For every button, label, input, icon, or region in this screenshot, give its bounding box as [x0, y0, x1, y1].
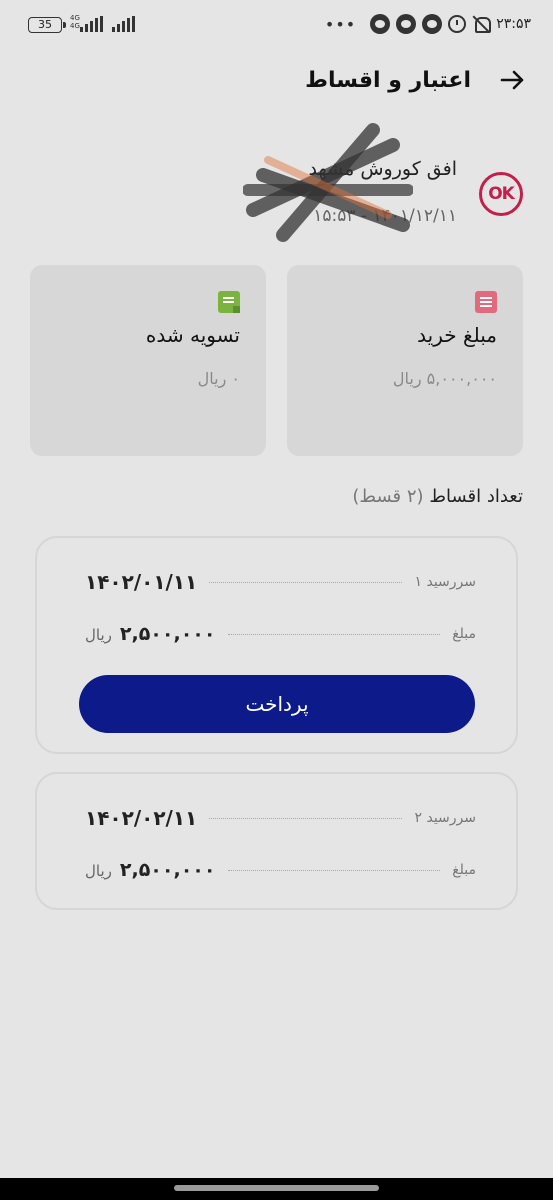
card-value: ۰ ریال [197, 369, 240, 388]
card-value: ۵,۰۰۰,۰۰۰ ریال [392, 369, 497, 388]
amount-value: ۲,۵۰۰,۰۰۰ [119, 859, 216, 881]
installment-card: سررسید ۱ ۱۴۰۲/۰۱/۱۱ مبلغ ۲,۵۰۰,۰۰۰ ریال … [35, 536, 518, 754]
dotted-leader [227, 869, 441, 871]
page-title: اعتبار و اقساط [305, 67, 471, 93]
dotted-leader [209, 817, 403, 819]
installments-count: (۲ قسط) [352, 486, 424, 507]
card-title: مبلغ خرید [417, 323, 497, 347]
bell-off-icon [472, 15, 492, 33]
clock: ۲۳:۵۳ [496, 16, 531, 32]
due-date: ۱۴۰۲/۰۲/۱۱ [85, 806, 198, 830]
dotted-leader [209, 581, 403, 583]
due-label: سررسید ۱ [414, 574, 476, 590]
header: اعتبار و اقساط [305, 55, 525, 105]
due-date-row: سررسید ۲ ۱۴۰۲/۰۲/۱۱ [85, 803, 476, 833]
due-date-row: سررسید ۱ ۱۴۰۲/۰۱/۱۱ [85, 567, 476, 597]
transaction-datetime: ۱۴۰۱/۱۲/۱۱ - ۱۵:۵۳ [313, 206, 457, 226]
amount-label: مبلغ [452, 862, 476, 878]
arrow-right-icon[interactable] [499, 67, 525, 93]
settled-amount-card: تسویه شده ۰ ریال [30, 265, 266, 456]
due-date: ۱۴۰۲/۰۱/۱۱ [85, 570, 198, 594]
notification-icon [422, 14, 443, 34]
network-label: 4G 4G [70, 14, 80, 30]
installments-heading: تعداد اقساط (۲ قسط) [352, 486, 523, 507]
purchase-amount-card: مبلغ خرید ۵,۰۰۰,۰۰۰ ریال [287, 265, 523, 456]
signal-icon [80, 16, 103, 32]
receipt-icon [475, 291, 497, 313]
redaction-scribble [243, 123, 413, 242]
due-label: سررسید ۲ [414, 810, 476, 826]
note-icon [218, 291, 240, 313]
alarm-icon [448, 15, 467, 33]
amount: ۲,۵۰۰,۰۰۰ ریال [85, 859, 216, 881]
dotted-leader [227, 633, 441, 635]
status-bar: 35 4G 4G ••• ۲۳:۵۳ [0, 0, 553, 50]
notification-icon [370, 14, 391, 34]
amount: ۲,۵۰۰,۰۰۰ ریال [85, 623, 216, 645]
currency: ریال [85, 626, 112, 644]
merchant-logo: OK [479, 172, 523, 216]
more-dots-icon: ••• [324, 14, 357, 34]
amount-row: مبلغ ۲,۵۰۰,۰۰۰ ریال [85, 855, 476, 885]
installment-card: سررسید ۲ ۱۴۰۲/۰۲/۱۱ مبلغ ۲,۵۰۰,۰۰۰ ریال [35, 772, 518, 910]
battery-indicator: 35 [28, 17, 66, 33]
merchant-info: OK افق کوروش مشهد ۱۴۰۱/۱۲/۱۱ - ۱۵:۵۳ [123, 123, 523, 242]
currency: ریال [85, 862, 112, 880]
system-nav-bar [0, 1178, 553, 1200]
signal-icon [112, 16, 135, 32]
amount-value: ۲,۵۰۰,۰۰۰ [119, 623, 216, 645]
amount-label: مبلغ [452, 626, 476, 642]
amount-row: مبلغ ۲,۵۰۰,۰۰۰ ریال [85, 619, 476, 649]
status-icons: ••• ۲۳:۵۳ [325, 14, 531, 34]
card-title: تسویه شده [145, 323, 240, 347]
home-indicator[interactable] [174, 1185, 379, 1191]
merchant-name: افق کوروش مشهد [308, 158, 457, 180]
notification-icon [396, 14, 417, 34]
pay-button[interactable]: پرداخت [79, 675, 475, 733]
